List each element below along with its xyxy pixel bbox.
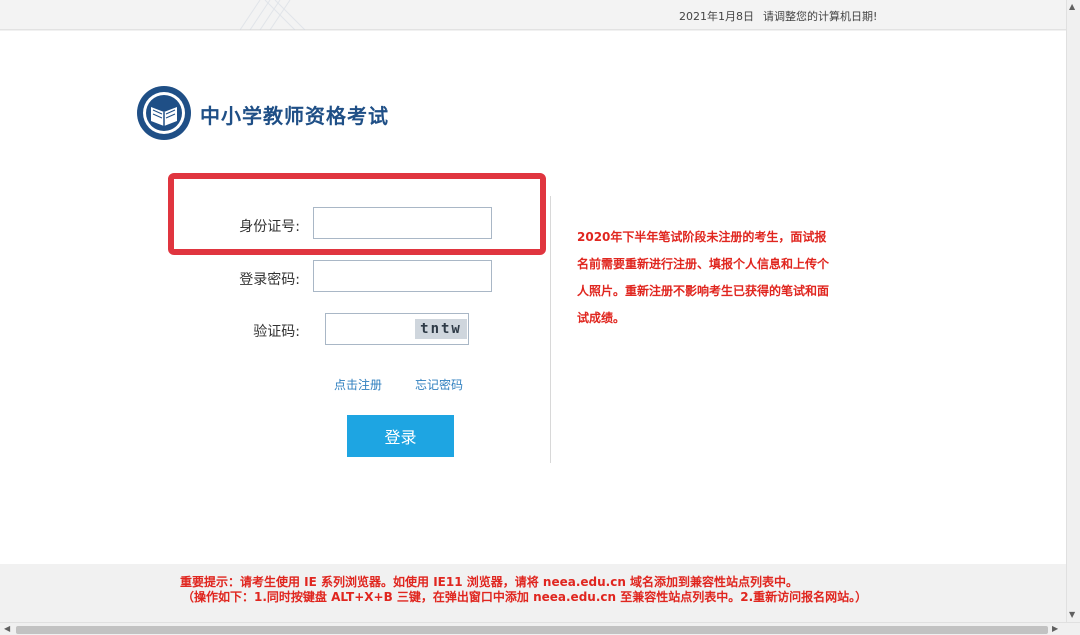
top-bar: 2021年1月8日 请调整您的计算机日期! bbox=[0, 0, 1066, 30]
login-button[interactable]: 登录 bbox=[347, 415, 454, 457]
scroll-down-icon[interactable]: ▼ bbox=[1069, 610, 1075, 620]
browser-tip-line2: （操作如下：1.同时按键盘 ALT+X+B 三键，在弹出窗口中添加 neea.e… bbox=[182, 590, 868, 604]
horizontal-scrollbar[interactable]: ◀ ▶ bbox=[0, 622, 1080, 635]
main-content: 中小学教师资格考试 身份证号: 登录密码: 验证码: tntw 点击注册 忘记密… bbox=[0, 31, 1066, 564]
captcha-image[interactable]: tntw bbox=[415, 319, 467, 339]
password-input[interactable] bbox=[313, 260, 492, 292]
captcha-input[interactable] bbox=[326, 314, 416, 344]
password-label: 登录密码: bbox=[239, 272, 300, 288]
decorative-pattern-icon bbox=[240, 0, 306, 30]
vertical-scrollbar[interactable] bbox=[1066, 0, 1080, 622]
horizontal-scroll-thumb[interactable] bbox=[16, 626, 1048, 634]
date-warning: 请调整您的计算机日期! bbox=[763, 10, 878, 23]
scroll-left-icon[interactable]: ◀ bbox=[4, 624, 10, 634]
footer: 重要提示：请考生使用 IE 系列浏览器。如使用 IE11 浏览器，请将 neea… bbox=[0, 564, 1066, 622]
forgot-password-link[interactable]: 忘记密码 bbox=[415, 376, 463, 393]
captcha-field: tntw bbox=[325, 313, 469, 345]
scroll-right-icon[interactable]: ▶ bbox=[1052, 624, 1058, 634]
id-number-input[interactable] bbox=[313, 207, 492, 239]
registration-notice: 2020年下半年笔试阶段未注册的考生，面试报名前需要重新进行注册、填报个人信息和… bbox=[577, 230, 830, 325]
book-emblem-icon bbox=[137, 86, 191, 140]
register-link[interactable]: 点击注册 bbox=[334, 376, 382, 393]
id-number-label: 身份证号: bbox=[239, 219, 300, 235]
scroll-up-icon[interactable]: ▲ bbox=[1069, 2, 1075, 12]
current-date: 2021年1月8日 bbox=[679, 10, 754, 23]
captcha-label: 验证码: bbox=[253, 324, 300, 340]
vertical-divider bbox=[550, 196, 551, 463]
site-title: 中小学教师资格考试 bbox=[200, 104, 389, 128]
